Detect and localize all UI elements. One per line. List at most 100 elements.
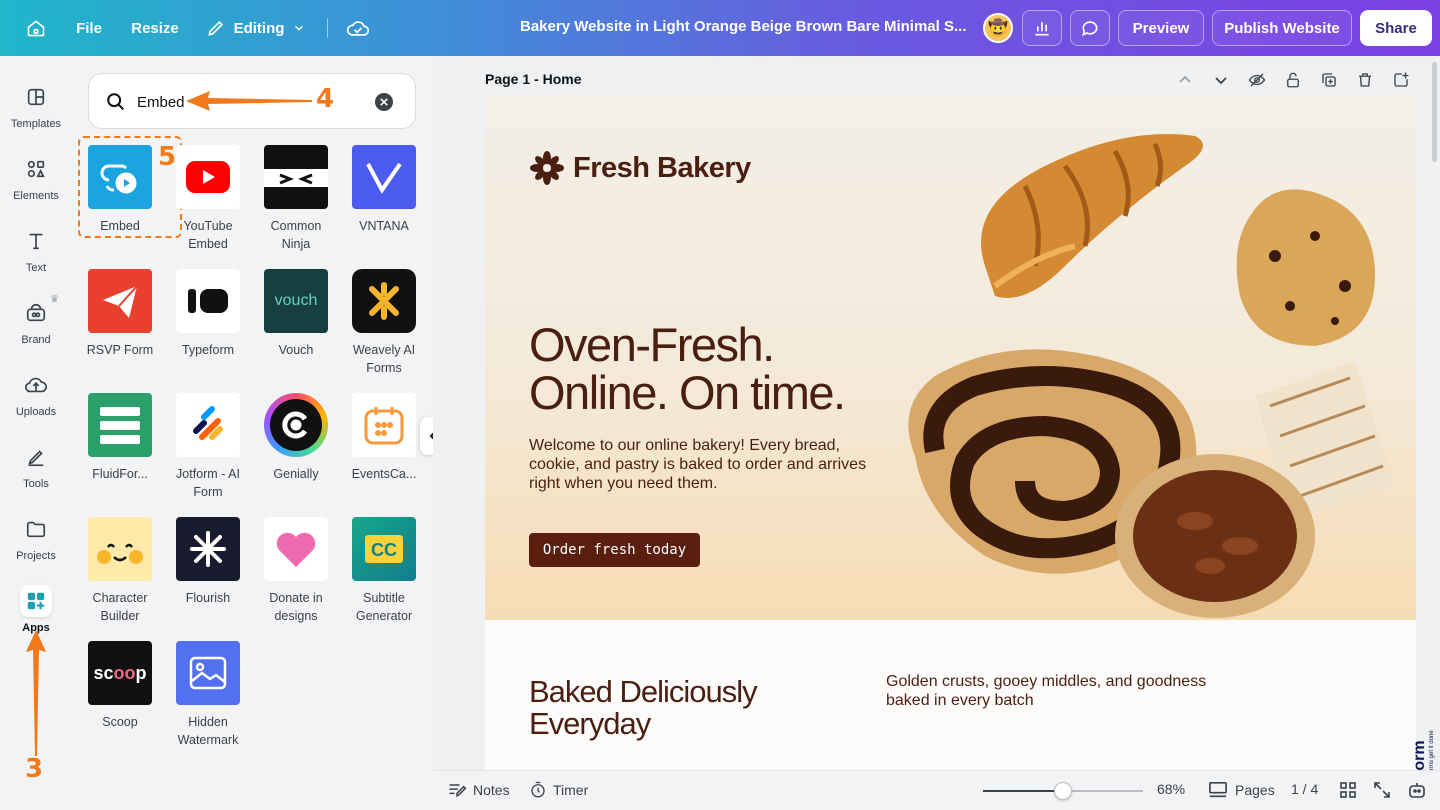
app-jotform-ai-form[interactable]: Jotform - AI Form bbox=[168, 393, 248, 501]
canvas-area: Page 1 - Home Fresh Bakery Oven-Fresh. O… bbox=[433, 56, 1440, 770]
home-icon bbox=[27, 20, 45, 37]
order-fresh-today-button[interactable]: Order fresh today bbox=[529, 533, 700, 567]
save-status-button[interactable] bbox=[340, 10, 376, 46]
rail-label: Templates bbox=[10, 118, 62, 130]
resize-button[interactable]: Resize bbox=[124, 10, 186, 46]
rsvp-form-icon bbox=[88, 269, 152, 333]
app-name: Scoop bbox=[102, 715, 138, 729]
assistant-button[interactable] bbox=[1407, 781, 1427, 801]
app-embed[interactable]: Embed bbox=[80, 145, 160, 235]
app-eventscalendar[interactable]: EventsCa... bbox=[344, 393, 424, 483]
canvas-scrollbar[interactable] bbox=[1432, 62, 1437, 162]
app-common-ninja[interactable]: Common Ninja bbox=[256, 145, 336, 253]
app-character-builder[interactable]: Character Builder bbox=[80, 517, 160, 625]
pages-button[interactable]: Pages bbox=[1207, 781, 1275, 799]
page-title[interactable]: Page 1 - Home bbox=[485, 71, 581, 87]
character-builder-icon bbox=[88, 517, 152, 581]
youtube-icon bbox=[176, 145, 240, 209]
design-page[interactable]: Fresh Bakery Oven-Fresh. Online. On time… bbox=[485, 96, 1416, 770]
app-rsvp-form[interactable]: RSVP Form bbox=[80, 269, 160, 359]
app-vntana[interactable]: VNTANA bbox=[344, 145, 424, 235]
add-page-button[interactable] bbox=[1389, 68, 1413, 92]
app-weavely-ai-forms[interactable]: Weavely AI Forms bbox=[344, 269, 424, 377]
rail-item-tools[interactable]: Tools bbox=[0, 436, 72, 498]
home-button[interactable] bbox=[16, 10, 56, 46]
insights-button[interactable] bbox=[1022, 10, 1062, 46]
app-genially[interactable]: Genially bbox=[256, 393, 336, 483]
app-fluidforms[interactable]: FluidFor... bbox=[80, 393, 160, 483]
pecan-tart-image bbox=[1115, 454, 1315, 618]
embed-app-icon bbox=[88, 145, 152, 209]
zoom-slider[interactable] bbox=[983, 782, 1143, 800]
preview-button[interactable]: Preview bbox=[1118, 10, 1204, 46]
app-name: Genially bbox=[273, 467, 319, 481]
app-name: FluidFor... bbox=[92, 467, 148, 481]
app-vouch[interactable]: vouch Vouch bbox=[256, 269, 336, 359]
timer-label: Timer bbox=[553, 782, 589, 798]
clear-search-button[interactable] bbox=[375, 93, 393, 111]
app-name: Weavely AI Forms bbox=[352, 343, 416, 375]
rail-item-brand[interactable]: ♛ Brand bbox=[0, 292, 72, 354]
app-youtube-embed[interactable]: YouTube Embed bbox=[168, 145, 248, 253]
annotation-arrow-up bbox=[26, 630, 46, 756]
duplicate-page-button[interactable] bbox=[1317, 68, 1341, 92]
rail-item-text[interactable]: Text bbox=[0, 220, 72, 282]
rail-label: Tools bbox=[23, 478, 49, 490]
publish-website-button[interactable]: Publish Website bbox=[1212, 10, 1352, 46]
lock-page-button[interactable] bbox=[1281, 68, 1305, 92]
app-typeform[interactable]: Typeform bbox=[168, 269, 248, 359]
move-page-up-button[interactable] bbox=[1173, 68, 1197, 92]
intro-section[interactable]: Baked Deliciously Everyday Golden crusts… bbox=[485, 620, 1416, 770]
document-title[interactable]: Bakery Website in Light Orange Beige Bro… bbox=[520, 18, 966, 35]
app-name: Vouch bbox=[278, 343, 314, 357]
hero-headline[interactable]: Oven-Fresh. Online. On time. bbox=[529, 321, 949, 417]
crown-icon: ♛ bbox=[50, 294, 59, 305]
rail-item-elements[interactable]: Elements bbox=[0, 148, 72, 210]
app-flourish[interactable]: Flourish bbox=[168, 517, 248, 607]
rail-item-uploads[interactable]: Uploads bbox=[0, 364, 72, 426]
comments-button[interactable] bbox=[1070, 10, 1110, 46]
app-name: YouTube Embed bbox=[183, 219, 233, 251]
hero-description[interactable]: Welcome to our online bakery! Every brea… bbox=[529, 436, 879, 493]
rail-item-templates[interactable]: Templates bbox=[0, 76, 72, 138]
hero-section[interactable]: Fresh Bakery Oven-Fresh. Online. On time… bbox=[485, 96, 1416, 620]
app-name: RSVP Form bbox=[86, 343, 154, 357]
zoom-level[interactable]: 68% bbox=[1157, 781, 1185, 797]
app-scoop[interactable]: sc oo p Scoop bbox=[80, 641, 160, 731]
apps-icon bbox=[20, 585, 52, 617]
delete-page-button[interactable] bbox=[1353, 68, 1377, 92]
file-menu-button[interactable]: File bbox=[66, 10, 112, 46]
chevron-down-icon bbox=[1215, 77, 1227, 85]
share-button[interactable]: Share bbox=[1360, 10, 1432, 46]
page-count[interactable]: 1 / 4 bbox=[1291, 781, 1318, 797]
app-name: Subtitle Generator bbox=[355, 591, 413, 623]
section-text[interactable]: Golden crusts, gooey middles, and goodne… bbox=[886, 672, 1246, 710]
app-hidden-watermark[interactable]: Hidden Watermark bbox=[168, 641, 248, 749]
vntana-icon bbox=[352, 145, 416, 209]
editing-mode-button[interactable]: Editing bbox=[200, 10, 312, 46]
eye-icon bbox=[1248, 73, 1266, 87]
app-donate-in-designs[interactable]: Donate in designs bbox=[256, 517, 336, 625]
app-subtitle-generator[interactable]: CC Subtitle Generator bbox=[344, 517, 424, 625]
page-toolbar bbox=[1173, 68, 1413, 92]
top-toolbar: File Resize Editing Bakery Website in Li… bbox=[0, 0, 1440, 56]
zoom-slider-knob[interactable] bbox=[1054, 782, 1072, 800]
vouch-icon: vouch bbox=[264, 269, 328, 333]
lock-icon bbox=[1287, 72, 1299, 88]
logo[interactable]: Fresh Bakery bbox=[529, 150, 751, 186]
avatar[interactable]: 🤠 bbox=[983, 13, 1013, 43]
zoom-slider-fill bbox=[983, 790, 1063, 792]
grid-view-button[interactable] bbox=[1339, 781, 1357, 799]
svg-text:CC: CC bbox=[371, 540, 397, 560]
hide-page-button[interactable] bbox=[1245, 68, 1269, 92]
bottom-toolbar: Notes Timer 68% Pages 1 / 4 bbox=[433, 770, 1440, 810]
timer-button[interactable]: Timer bbox=[529, 781, 588, 799]
pastries-image[interactable] bbox=[895, 106, 1416, 620]
calendar-icon bbox=[352, 393, 416, 457]
fullscreen-button[interactable] bbox=[1373, 781, 1391, 799]
move-page-down-button[interactable] bbox=[1209, 68, 1233, 92]
app-name: Donate in designs bbox=[269, 591, 323, 623]
section-title[interactable]: Baked Deliciously Everyday bbox=[529, 676, 849, 740]
rail-item-projects[interactable]: Projects bbox=[0, 508, 72, 570]
notes-button[interactable]: Notes bbox=[447, 781, 510, 799]
